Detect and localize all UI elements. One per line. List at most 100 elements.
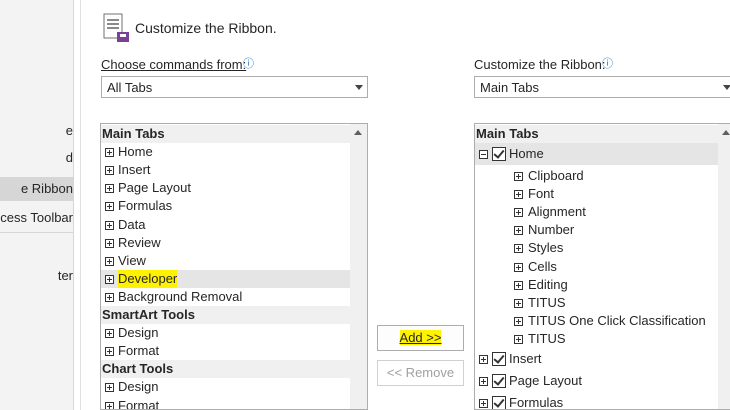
tab-label: Home	[509, 146, 544, 161]
expand-plus-icon[interactable]	[105, 202, 114, 212]
tree-child-node[interactable]: Number	[475, 221, 718, 239]
info-icon[interactable]: ⓘ	[602, 55, 613, 71]
list-item[interactable]: Developer	[101, 269, 350, 288]
list-item[interactable]: Insert	[101, 161, 350, 179]
ribbon-tree[interactable]: Formulas Page Layout Insert TITUS TITUS One …	[474, 123, 730, 410]
checkbox-checked-icon[interactable]	[492, 147, 506, 161]
nav-item-label: ter	[57, 268, 73, 283]
tree-tab-node[interactable]: Formulas	[475, 392, 718, 409]
list-item[interactable]: View	[101, 252, 350, 270]
group-node-label: Alignment	[528, 204, 586, 220]
nav-item-trust-center[interactable]: ter	[0, 264, 73, 288]
tree-tab-node[interactable]: Page Layout	[475, 370, 718, 392]
tree-child-node[interactable]: Cells	[475, 258, 718, 276]
expand-plus-icon[interactable]	[514, 298, 523, 308]
expand-plus-icon[interactable]	[105, 148, 114, 158]
expand-plus-icon[interactable]	[514, 280, 523, 290]
commands-list-scrollbar[interactable]	[350, 124, 367, 409]
list-item[interactable]: Design	[101, 324, 350, 342]
tree-child-node[interactable]: Alignment	[475, 203, 718, 221]
scroll-up-icon[interactable]	[722, 130, 730, 135]
list-item[interactable]: Review	[101, 234, 350, 252]
item-label: Background Removal	[118, 288, 243, 304]
add-button-label: Add >>	[399, 330, 442, 345]
list-item[interactable]: Design	[101, 378, 350, 396]
checkbox-checked-icon[interactable]	[492, 396, 506, 409]
ribbon-tree-scrollbar[interactable]	[718, 124, 730, 409]
list-item[interactable]: Format	[101, 397, 350, 409]
tree-child-node[interactable]: TITUS	[475, 294, 718, 312]
tree-group-header[interactable]: Main Tabs	[475, 125, 718, 143]
list-item[interactable]: Formulas	[101, 197, 350, 215]
item-label: Design	[118, 325, 159, 341]
list-group-header[interactable]: Main Tabs	[101, 125, 350, 143]
list-group-header[interactable]: Chart Tools	[101, 360, 350, 379]
expand-plus-icon[interactable]	[105, 238, 114, 248]
list-item[interactable]: Background Removal	[101, 288, 350, 306]
expand-plus-icon[interactable]	[514, 316, 523, 326]
expand-plus-icon[interactable]	[514, 226, 523, 236]
collapse-minus-icon[interactable]	[479, 149, 488, 159]
tree-child-node[interactable]: Editing	[475, 276, 718, 294]
group-node-label: Clipboard	[528, 168, 584, 183]
nav-item-label: d	[65, 150, 73, 165]
group-node-label: TITUS	[528, 330, 566, 346]
expand-plus-icon[interactable]	[514, 262, 523, 272]
tree-child-node[interactable]: Styles	[475, 239, 718, 257]
scroll-up-icon[interactable]	[354, 130, 362, 135]
nav-item-2[interactable]: d	[0, 146, 73, 170]
list-item[interactable]: Format	[101, 342, 350, 360]
expand-plus-icon[interactable]	[105, 292, 114, 302]
expand-plus-icon[interactable]	[105, 184, 114, 194]
expand-plus-icon[interactable]	[479, 354, 488, 364]
expand-plus-icon[interactable]	[105, 274, 114, 284]
group-node-label: TITUS One Click Classification	[528, 312, 706, 328]
remove-button[interactable]: << Remove	[377, 360, 464, 386]
commands-list[interactable]: Format Design Chart Tools Format Design Smart…	[100, 123, 368, 410]
item-label: Insert	[118, 162, 151, 178]
expand-plus-icon[interactable]	[514, 208, 523, 218]
expand-plus-icon[interactable]	[514, 190, 523, 200]
expand-plus-icon[interactable]	[514, 334, 523, 344]
commands-dropdown[interactable]: All Tabs	[101, 76, 368, 98]
add-button[interactable]: Add >>	[377, 325, 464, 351]
expand-plus-icon[interactable]	[479, 398, 488, 408]
nav-item-customize-ribbon[interactable]: e Ribbon	[0, 177, 73, 201]
ribbon-dropdown[interactable]: Main Tabs	[474, 76, 730, 98]
list-group-header[interactable]: SmartArt Tools	[101, 306, 350, 324]
expand-plus-icon[interactable]	[105, 329, 114, 339]
expand-plus-icon[interactable]	[479, 376, 488, 386]
nav-item-1[interactable]: e	[0, 119, 73, 143]
expand-plus-icon[interactable]	[105, 220, 114, 230]
expand-plus-icon[interactable]	[105, 166, 114, 176]
main-panel: Customize the Ribbon. Choose commands fr…	[80, 0, 730, 410]
expand-plus-icon[interactable]	[105, 383, 114, 393]
nav-item-quick-access-toolbar[interactable]: cess Toolbar	[0, 206, 73, 230]
checkbox-checked-icon[interactable]	[492, 352, 506, 366]
tree-tab-node[interactable]: Home	[475, 143, 718, 165]
list-item[interactable]: Page Layout	[101, 179, 350, 197]
commands-dropdown-value: All Tabs	[107, 80, 153, 95]
choose-commands-text: Choose commands from:	[101, 57, 247, 72]
tree-child-node[interactable]: TITUS	[475, 330, 718, 348]
tree-child-node[interactable]: Clipboard	[475, 167, 718, 185]
nav-item-label: e Ribbon	[20, 181, 73, 196]
list-item[interactable]: Data	[101, 216, 350, 234]
tree-tab-node[interactable]: Insert	[475, 348, 718, 370]
tree-child-node[interactable]: TITUS One Click Classification	[475, 312, 718, 330]
list-item[interactable]: Home	[101, 143, 350, 161]
customize-ribbon-label: Customize the Ribbon:	[474, 57, 606, 72]
tab-label: Insert	[509, 351, 542, 366]
checkbox-checked-icon[interactable]	[492, 374, 506, 388]
group-node-label: Styles	[528, 240, 564, 256]
expand-plus-icon[interactable]	[105, 401, 114, 409]
remove-button-label: << Remove	[386, 365, 455, 380]
item-label: View	[118, 252, 146, 268]
item-label: Design	[118, 379, 159, 395]
expand-plus-icon[interactable]	[105, 347, 114, 357]
expand-plus-icon[interactable]	[105, 256, 114, 266]
tree-child-node[interactable]: Font	[475, 185, 718, 203]
expand-plus-icon[interactable]	[514, 172, 523, 181]
info-icon[interactable]: ⓘ	[243, 55, 254, 71]
expand-plus-icon[interactable]	[514, 244, 523, 254]
